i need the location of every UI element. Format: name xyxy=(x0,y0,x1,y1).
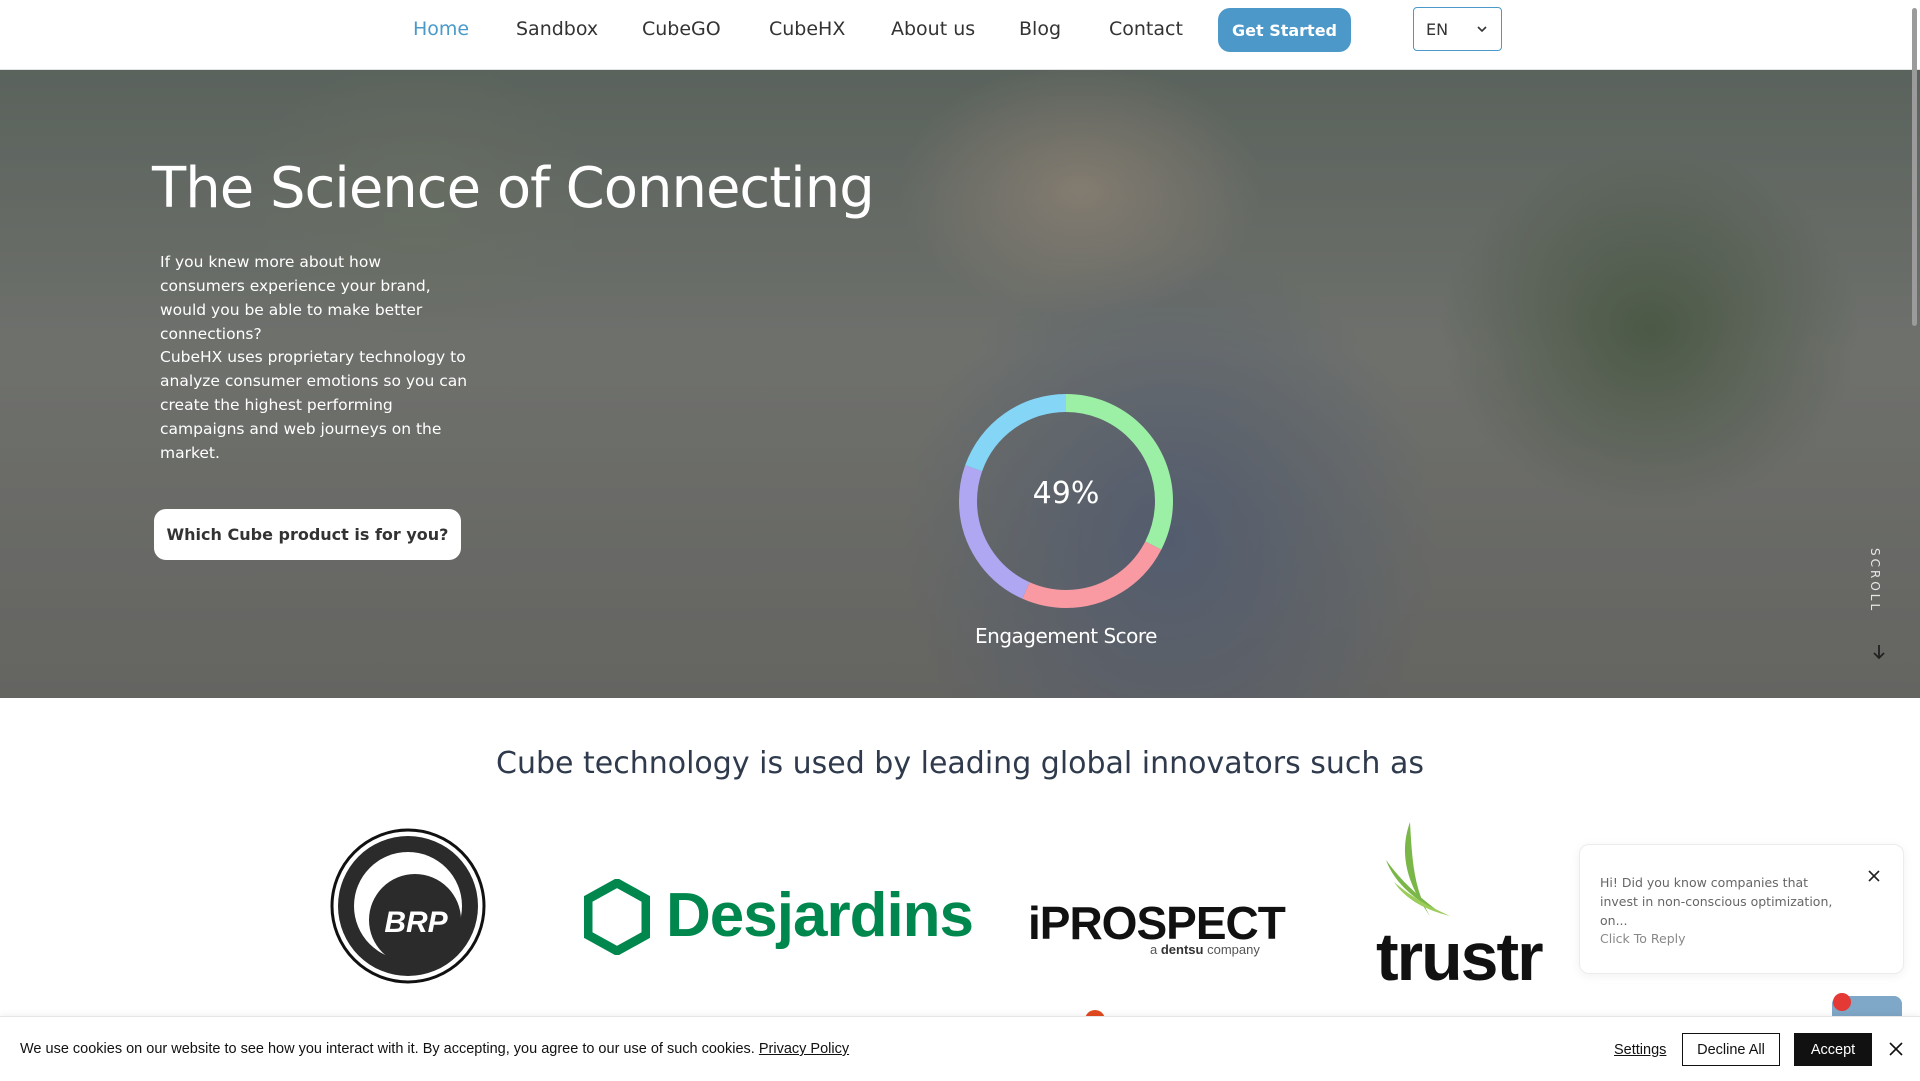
nav-link-cubehx[interactable]: CubeHX xyxy=(769,18,845,40)
chat-notification-badge xyxy=(1833,993,1851,1011)
cookie-consent-bar: We use cookies on our website to see how… xyxy=(0,1016,1920,1081)
engagement-score-label: Engagement Score xyxy=(975,624,1157,648)
chat-popup[interactable]: Hi! Did you know companies that invest i… xyxy=(1579,844,1904,974)
chat-message: Hi! Did you know companies that invest i… xyxy=(1600,875,1833,928)
privacy-policy-link[interactable]: Privacy Policy xyxy=(759,1041,849,1057)
hero-paragraph-intro: If you knew more about how consumers exp… xyxy=(160,253,431,343)
decline-all-button[interactable]: Decline All xyxy=(1682,1033,1780,1066)
desjardins-hexagon-icon xyxy=(584,879,650,955)
hero-paragraph-description: CubeHX uses proprietary technology to an… xyxy=(160,348,468,462)
desjardins-logo-text: Desjardins xyxy=(666,881,974,950)
close-icon[interactable] xyxy=(1865,867,1883,885)
accept-button[interactable]: Accept xyxy=(1794,1033,1872,1066)
get-started-button[interactable]: Get Started xyxy=(1218,8,1351,52)
nav-link-contact[interactable]: Contact xyxy=(1109,18,1183,40)
trustr-leaf-icon xyxy=(1386,822,1450,916)
nav-link-about-us[interactable]: About us xyxy=(891,18,975,40)
cookie-message: We use cookies on our website to see how… xyxy=(20,1041,850,1057)
which-product-button[interactable]: Which Cube product is for you? xyxy=(154,509,461,560)
brp-logo-text: BRP xyxy=(384,906,448,939)
arrow-down-icon[interactable] xyxy=(1869,642,1889,662)
innovators-heading: Cube technology is used by leading globa… xyxy=(496,746,1424,781)
chevron-down-icon xyxy=(1477,26,1487,33)
nav-link-cubego[interactable]: CubeGO xyxy=(642,18,721,40)
close-icon[interactable] xyxy=(1888,1041,1904,1057)
page-scrollbar-thumb[interactable] xyxy=(1912,8,1917,326)
nav-link-home[interactable]: Home xyxy=(413,18,469,40)
hero-section: The Science of Connecting If you knew mo… xyxy=(0,70,1920,698)
nav-link-sandbox[interactable]: Sandbox xyxy=(516,18,598,40)
top-navbar: Home Sandbox CubeGO CubeHX About us Blog… xyxy=(0,0,1920,70)
trustr-logo-text: trustr xyxy=(1376,919,1544,995)
iprospect-logo-subtext: a dentsu company xyxy=(1150,942,1260,957)
chat-reply-link[interactable]: Click To Reply xyxy=(1600,931,1686,946)
language-select[interactable]: EN xyxy=(1413,7,1502,51)
cookie-settings-link[interactable]: Settings xyxy=(1614,1042,1666,1058)
brp-logo: BRP xyxy=(330,828,486,984)
scroll-label: SCROLL xyxy=(1868,548,1882,614)
language-selected-value: EN xyxy=(1426,19,1449,39)
engagement-score-value: 49% xyxy=(1032,476,1100,511)
nav-link-blog[interactable]: Blog xyxy=(1019,18,1061,40)
hero-title: The Science of Connecting xyxy=(152,156,875,221)
